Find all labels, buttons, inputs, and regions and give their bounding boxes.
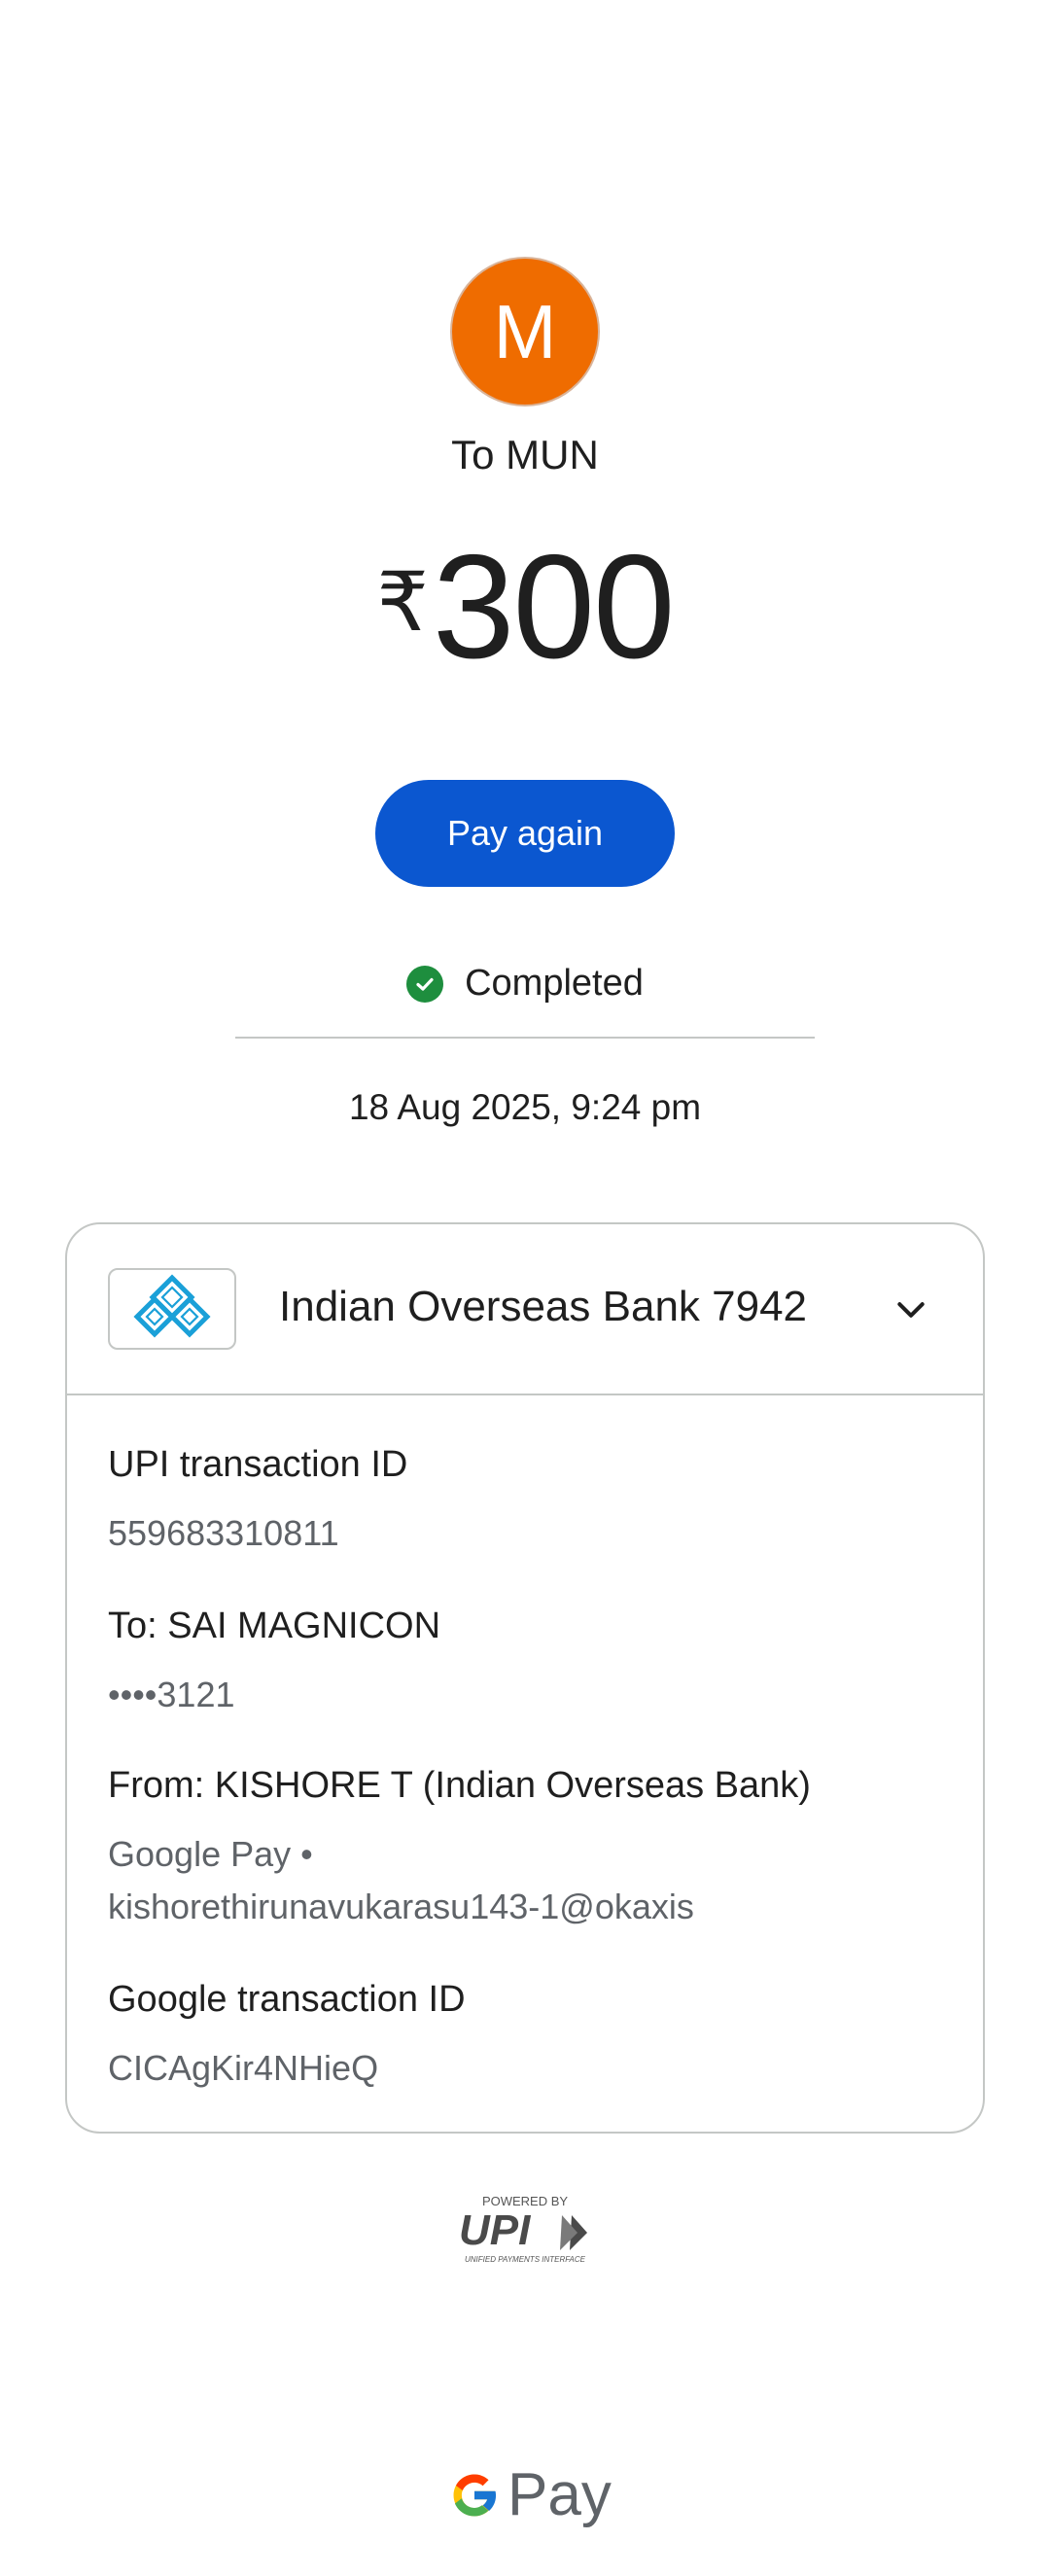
google-transaction-id-section: Google transaction ID CICAgKir4NHieQ [108, 1979, 466, 2095]
payee-name: To MUN [451, 432, 599, 477]
chevron-down-icon[interactable] [888, 1287, 934, 1333]
avatar-initial: M [493, 288, 557, 374]
payee-avatar: M [450, 257, 600, 406]
transaction-details-screen: M To MUN ₹ 300 Pay again Completed 18 Au… [0, 0, 1050, 2576]
sender-section: From: KISHORE T (Indian Overseas Bank) G… [108, 1765, 811, 1933]
detail-label: Google transaction ID [108, 1979, 466, 2020]
sender-app: Google Pay • [108, 1834, 313, 1874]
upi-transaction-id-section: UPI transaction ID 559683310811 [108, 1444, 407, 1560]
transaction-details-card: Indian Overseas Bank 7942 UPI transactio… [65, 1222, 985, 2134]
amount-value: 300 [432, 524, 676, 689]
pay-again-button[interactable]: Pay again [375, 780, 675, 887]
payment-amount: ₹ 300 [0, 533, 1050, 681]
google-pay-logo: Pay [447, 2460, 612, 2529]
status-label: Completed [465, 963, 644, 1004]
check-circle-icon [406, 965, 444, 1003]
status-row: Completed [0, 963, 1050, 1005]
transaction-datetime: 18 Aug 2025, 9:24 pm [348, 1087, 702, 1127]
status-divider [235, 1037, 815, 1039]
bank-logo-icon [108, 1268, 236, 1350]
google-g-icon [453, 2474, 497, 2516]
detail-value: Google Pay • kishorethirunavukarasu143-1… [108, 1828, 811, 1933]
detail-value: 559683310811 [108, 1513, 339, 1553]
currency-symbol: ₹ [376, 556, 429, 648]
detail-label: To: SAI MAGNICON [108, 1606, 441, 1646]
detail-value: ••••3121 [108, 1675, 235, 1714]
gpay-text: Pay [508, 2461, 612, 2528]
detail-label: UPI transaction ID [108, 1444, 408, 1485]
upi-mark-text: UPI [459, 2206, 531, 2254]
detail-value: CICAgKir4NHieQ [108, 2048, 379, 2088]
powered-by-upi-logo: POWERED BY UPI UNIFIED PAYMENTS INTERFAC… [455, 2192, 595, 2266]
upi-tagline-text: UNIFIED PAYMENTS INTERFACE [465, 2255, 586, 2264]
detail-label: From: KISHORE T (Indian Overseas Bank) [108, 1765, 811, 1806]
recipient-section: To: SAI MAGNICON ••••3121 [108, 1606, 440, 1721]
bank-account-name: Indian Overseas Bank 7942 [279, 1283, 808, 1330]
sender-upi-id: kishorethirunavukarasu143-1@okaxis [108, 1887, 694, 1926]
bank-account-row[interactable]: Indian Overseas Bank 7942 [67, 1224, 983, 1395]
